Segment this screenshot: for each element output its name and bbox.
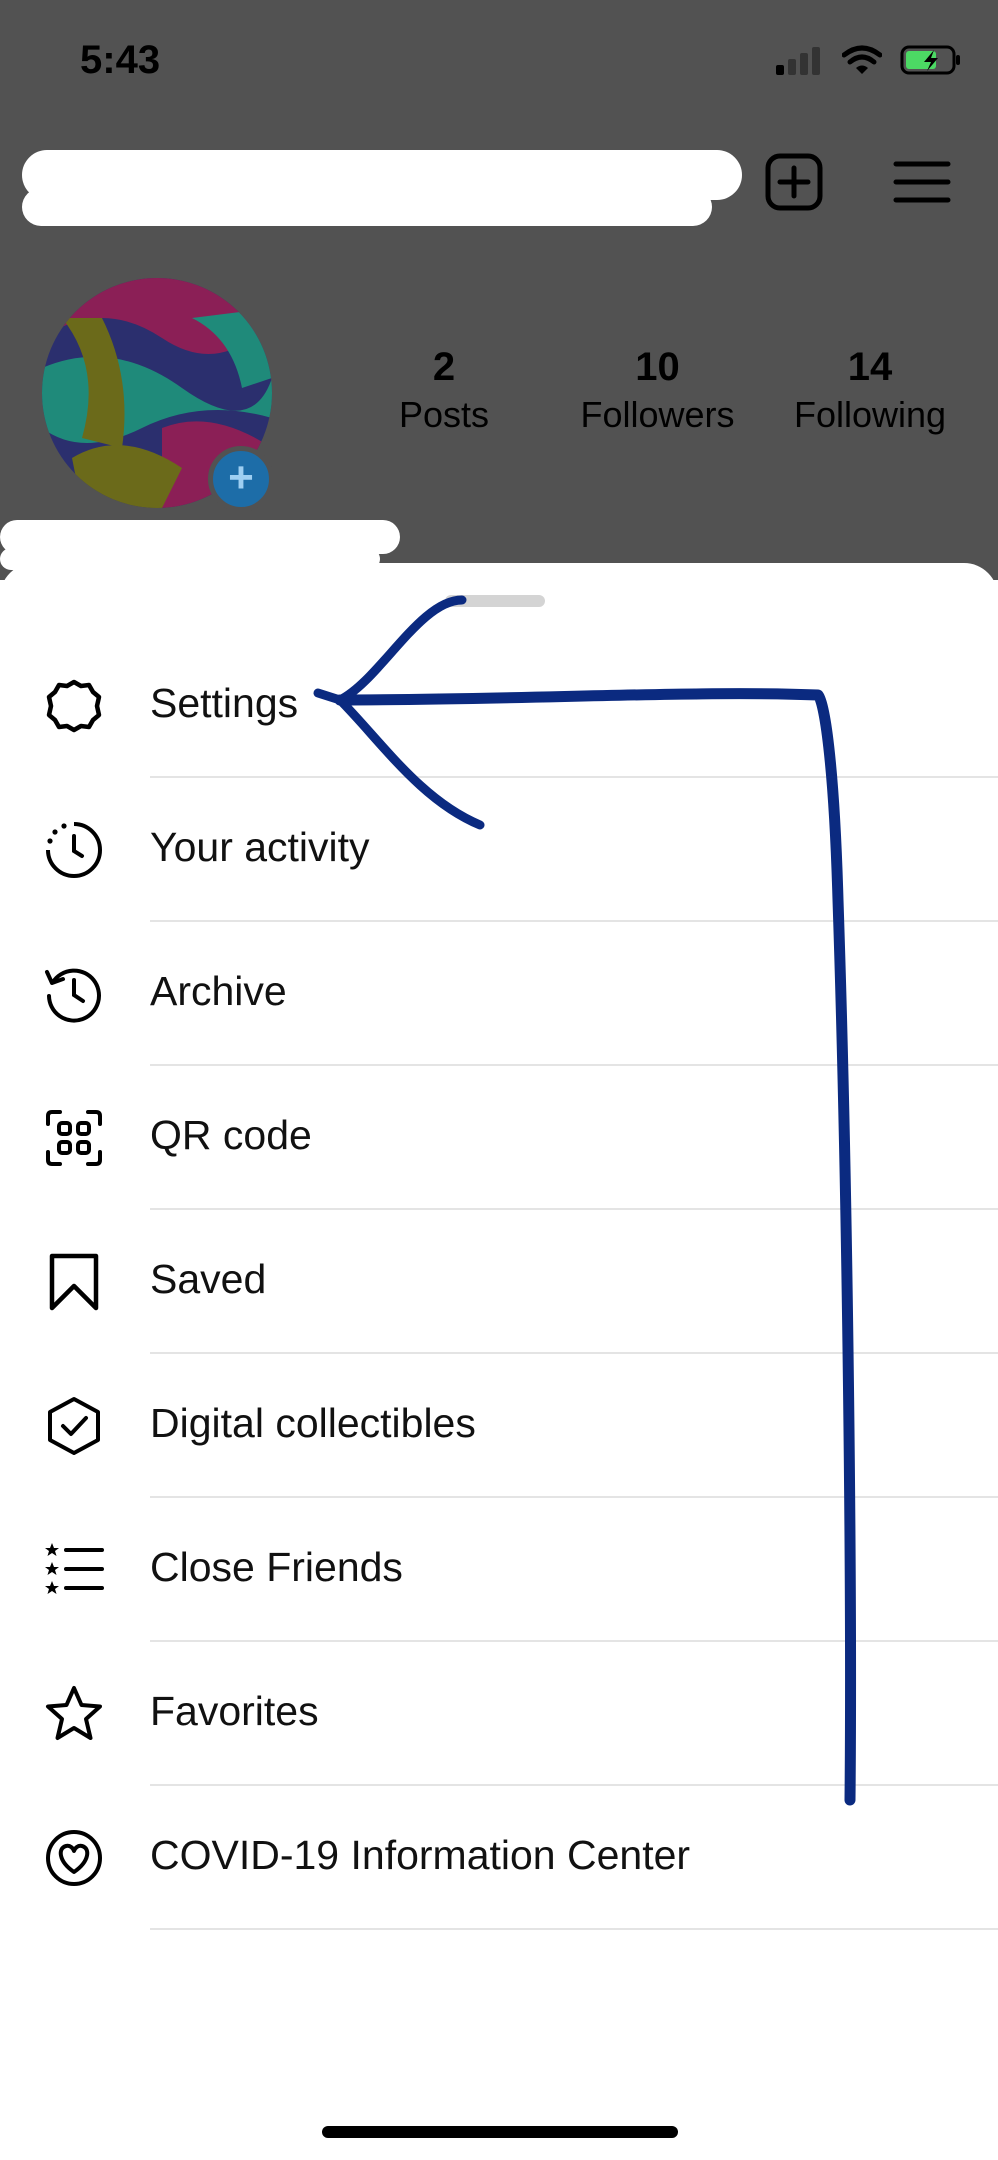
stat-posts[interactable]: 2 Posts <box>380 345 508 436</box>
covid-heart-icon <box>46 1830 102 1886</box>
menu-label-archive: Archive <box>150 968 287 1014</box>
activity-icon <box>46 822 102 878</box>
posts-count: 2 <box>432 345 456 389</box>
badge-check-icon <box>48 1397 100 1455</box>
menu-label-close-friends: Close Friends <box>150 1544 403 1590</box>
battery-icon <box>900 45 960 75</box>
menu-label-settings: Settings <box>150 680 299 726</box>
sheet-drag-handle[interactable] <box>445 595 545 607</box>
menu-item-settings[interactable]: Settings <box>0 634 998 778</box>
close-friends-icon <box>45 1543 104 1594</box>
menu-item-covid-information-center[interactable]: COVID-19 Information Center <box>0 1786 998 1930</box>
stat-followers[interactable]: 10 Followers <box>570 345 745 436</box>
qr-code-icon <box>46 1110 102 1166</box>
menu-item-qr-code[interactable]: QR code <box>0 1066 998 1210</box>
menu-item-saved[interactable]: Saved <box>0 1210 998 1354</box>
stat-following[interactable]: 14 Following <box>780 345 960 436</box>
menu-label-favorites: Favorites <box>150 1688 319 1734</box>
posts-label: Posts <box>398 394 490 435</box>
menu-item-digital-collectibles[interactable]: Digital collectibles <box>0 1354 998 1498</box>
wifi-icon <box>842 45 882 74</box>
menu-label-saved: Saved <box>150 1256 267 1302</box>
following-label: Following <box>793 394 947 435</box>
menu-icon[interactable] <box>890 150 954 214</box>
menu-label-digital-collectibles: Digital collectibles <box>150 1400 476 1446</box>
new-post-icon[interactable] <box>762 150 826 214</box>
following-count: 14 <box>847 345 893 389</box>
status-icons <box>776 44 962 76</box>
followers-label: Followers <box>580 394 735 435</box>
menu-item-archive[interactable]: Archive <box>0 922 998 1066</box>
redacted-username-2 <box>22 188 712 226</box>
settings-icon <box>46 679 102 733</box>
bookmark-icon <box>49 1253 99 1311</box>
menu-item-your-activity[interactable]: Your activity <box>0 778 998 922</box>
menu-label-your-activity: Your activity <box>150 824 370 870</box>
signal-icon <box>776 47 820 75</box>
archive-icon <box>45 968 101 1023</box>
menu-label-qr-code: QR code <box>150 1112 312 1158</box>
menu-label-covid-information-center: COVID-19 Information Center <box>150 1832 691 1878</box>
divider <box>150 1928 998 1930</box>
status-time: 5:43 <box>80 38 161 82</box>
followers-count: 10 <box>635 345 680 389</box>
menu-item-close-friends[interactable]: Close Friends <box>0 1498 998 1642</box>
add-story-button[interactable]: + <box>208 446 274 512</box>
home-indicator[interactable] <box>322 2126 678 2138</box>
star-icon <box>46 1686 102 1740</box>
menu-item-favorites[interactable]: Favorites <box>0 1642 998 1786</box>
